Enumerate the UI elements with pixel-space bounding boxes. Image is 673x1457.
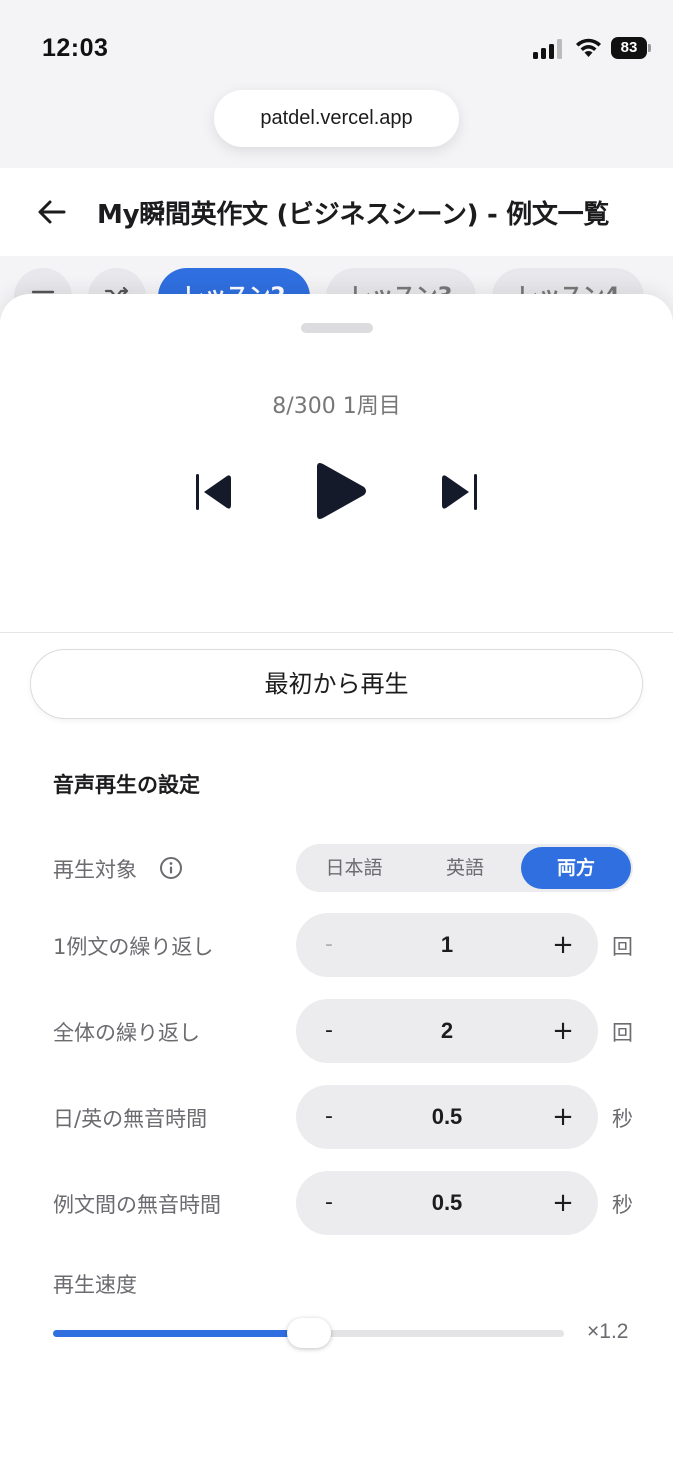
repeat-per-sentence-stepper: - 1 + (296, 913, 598, 977)
decrement-button[interactable]: - (314, 999, 344, 1063)
progress-text: 8/300 1周目 (272, 394, 401, 419)
target-option-both[interactable]: 両方 (521, 847, 631, 889)
app-header: My瞬間英作文 (ビジネスシーン) - 例文一覧 (0, 168, 673, 256)
sheet-grabber[interactable] (301, 323, 373, 333)
settings-title: 音声再生の設定 (53, 773, 200, 797)
increment-button[interactable]: + (548, 999, 578, 1063)
skip-next-icon[interactable] (438, 470, 480, 514)
battery-level: 83 (611, 37, 647, 59)
repeat-per-sentence-label: 1例文の繰り返し (53, 935, 214, 959)
play-icon[interactable] (313, 460, 369, 522)
speed-slider-fill (53, 1330, 309, 1337)
unit-label: 回 (612, 935, 633, 959)
status-time: 12:03 (42, 34, 109, 62)
between-sentence-silence-label: 例文間の無音時間 (53, 1193, 221, 1217)
repeat-all-stepper: - 2 + (296, 999, 598, 1063)
signal-icon (533, 39, 562, 59)
decrement-button[interactable]: - (314, 1085, 344, 1149)
stepper-value: 0.5 (431, 1104, 463, 1129)
decrement-button[interactable]: - (314, 913, 344, 977)
speed-slider[interactable] (53, 1318, 564, 1348)
status-bar: 12:03 83 (0, 0, 673, 90)
repeat-all-label: 全体の繰り返し (53, 1021, 200, 1045)
url-bar[interactable]: patdel.vercel.app (214, 90, 459, 147)
speed-label: 再生速度 (53, 1273, 137, 1297)
restart-button[interactable]: 最初から再生 (30, 649, 643, 719)
decrement-button[interactable]: - (314, 1171, 344, 1235)
battery-icon: 83 (611, 37, 651, 59)
jp-en-silence-stepper: - 0.5 + (296, 1085, 598, 1149)
wifi-icon (576, 38, 601, 57)
stepper-value: 0.5 (431, 1190, 463, 1215)
back-arrow-icon[interactable] (36, 196, 68, 228)
divider (0, 632, 673, 633)
increment-button[interactable]: + (548, 1171, 578, 1235)
speed-value: ×1.2 (587, 1320, 629, 1343)
player-sheet: 8/300 1周目 最初から再生 音声再生の設定 再生対象 日本語 英語 両方 … (0, 294, 673, 1457)
between-sentence-silence-stepper: - 0.5 + (296, 1171, 598, 1235)
target-option-english[interactable]: 英語 (410, 847, 520, 889)
page-title: My瞬間英作文 (ビジネスシーン) - 例文一覧 (97, 200, 610, 230)
unit-label: 回 (612, 1021, 633, 1045)
stepper-value: 2 (440, 1018, 454, 1043)
skip-previous-icon[interactable] (193, 470, 235, 514)
unit-label: 秒 (612, 1193, 633, 1217)
stepper-value: 1 (440, 932, 454, 957)
unit-label: 秒 (612, 1107, 633, 1131)
increment-button[interactable]: + (548, 913, 578, 977)
speed-slider-thumb[interactable] (286, 1318, 331, 1348)
increment-button[interactable]: + (548, 1085, 578, 1149)
target-segmented-control: 日本語 英語 両方 (296, 844, 633, 892)
target-option-japanese[interactable]: 日本語 (299, 847, 409, 889)
jp-en-silence-label: 日/英の無音時間 (53, 1107, 208, 1131)
info-icon[interactable] (159, 856, 183, 880)
target-label: 再生対象 (53, 858, 137, 882)
